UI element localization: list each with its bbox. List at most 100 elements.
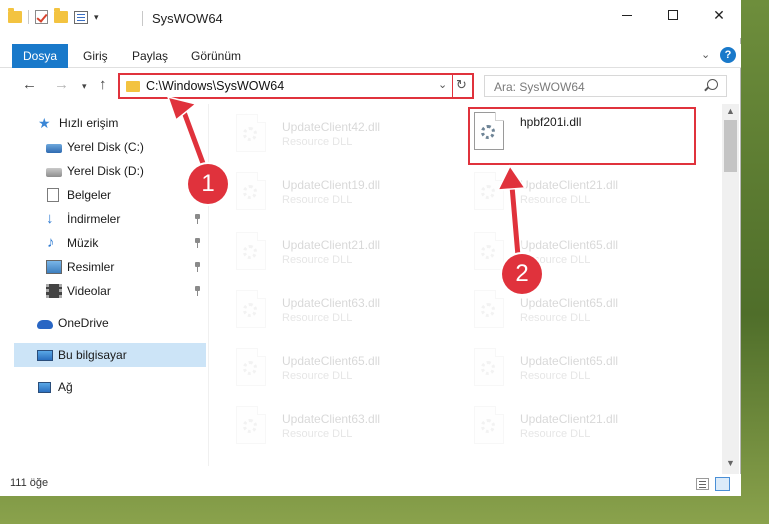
sidebar-item-videos[interactable]: Videolar xyxy=(0,279,209,303)
list-item[interactable]: UpdateClient19.dll Resource DLL xyxy=(210,166,440,218)
list-item[interactable]: UpdateClient21.dll Resource DLL xyxy=(210,226,440,278)
title-bar: ▾ SysWOW64 ✕ xyxy=(0,0,741,38)
navigation-pane: ★ Hızlı erişim Yerel Disk (C:) Yerel Dis… xyxy=(0,104,209,466)
details-view-icon[interactable] xyxy=(696,478,709,490)
list-item[interactable]: UpdateClient21.dll Resource DLL xyxy=(448,400,678,452)
sidebar-item-label: Resimler xyxy=(67,260,115,274)
customize-toolbar-icon[interactable] xyxy=(74,10,88,24)
sidebar-item-onedrive[interactable]: OneDrive xyxy=(0,311,209,335)
pin-icon[interactable] xyxy=(193,238,202,248)
file-list: UpdateClient42.dll Resource DLL UpdateCl… xyxy=(210,104,722,466)
list-item[interactable]: UpdateClient65.dll Resource DLL xyxy=(210,342,440,394)
list-item[interactable]: UpdateClient21.dll Resource DLL xyxy=(448,166,678,218)
dll-file-icon xyxy=(474,112,504,150)
file-name: UpdateClient63.dll xyxy=(282,412,381,426)
toolbar-divider xyxy=(28,10,29,24)
sidebar-item-local-disk-d[interactable]: Yerel Disk (D:) xyxy=(0,159,209,183)
sidebar-item-downloads[interactable]: ↓ İndirmeler xyxy=(0,207,209,231)
list-item-hpbf201i[interactable]: hpbf201i.dll xyxy=(448,106,678,158)
minimize-button[interactable] xyxy=(604,0,650,30)
dll-file-icon xyxy=(474,406,504,444)
large-icons-view-icon[interactable] xyxy=(715,477,730,491)
scroll-down-icon[interactable]: ▼ xyxy=(726,458,735,468)
recent-locations-icon[interactable]: ▾ xyxy=(82,81,87,92)
gear-icon xyxy=(243,245,257,259)
scrollbar-thumb[interactable] xyxy=(724,120,737,172)
dll-file-icon xyxy=(236,290,266,328)
help-icon[interactable]: ? xyxy=(720,47,736,63)
star-icon: ★ xyxy=(38,115,51,131)
file-name: UpdateClient21.dll xyxy=(520,178,619,192)
list-item[interactable]: UpdateClient65.dll Resource DLL xyxy=(448,226,678,278)
music-icon: ♪ xyxy=(47,234,55,251)
list-item[interactable]: UpdateClient65.dll Resource DLL xyxy=(448,284,678,336)
tab-share[interactable]: Paylaş xyxy=(132,44,168,68)
list-item[interactable]: UpdateClient63.dll Resource DLL xyxy=(210,400,440,452)
gear-icon xyxy=(243,419,257,433)
gear-icon xyxy=(481,245,495,259)
sidebar-item-quick-access[interactable]: ★ Hızlı erişim xyxy=(0,111,209,135)
dll-file-icon xyxy=(236,114,266,152)
drive-icon xyxy=(46,144,62,153)
dll-file-icon xyxy=(474,348,504,386)
tab-file[interactable]: Dosya xyxy=(12,44,68,68)
search-icon[interactable] xyxy=(707,79,718,90)
file-name: hpbf201i.dll xyxy=(520,115,582,129)
back-arrow-icon[interactable]: ← xyxy=(22,76,37,93)
vertical-scrollbar[interactable]: ▲ ▼ xyxy=(722,104,739,474)
file-type: Resource DLL xyxy=(520,428,591,440)
pin-icon[interactable] xyxy=(193,214,202,224)
gear-icon xyxy=(481,303,495,317)
refresh-icon[interactable]: ↻ xyxy=(456,77,467,93)
file-name: UpdateClient65.dll xyxy=(520,238,619,252)
search-input[interactable]: Ara: SysWOW64 xyxy=(484,75,727,97)
address-dropdown-icon[interactable]: ⌄ xyxy=(438,78,447,91)
network-icon xyxy=(38,381,51,393)
sidebar-item-documents[interactable]: Belgeler xyxy=(0,183,209,207)
annotation-badge-1: 1 xyxy=(188,164,228,204)
chevron-down-icon[interactable]: ⌄ xyxy=(701,48,710,61)
maximize-button[interactable] xyxy=(650,0,696,30)
tab-view[interactable]: Görünüm xyxy=(191,44,241,68)
address-bar[interactable]: C:\Windows\SysWOW64 ⌄ ↻ xyxy=(118,73,474,99)
list-item[interactable]: UpdateClient63.dll Resource DLL xyxy=(210,284,440,336)
file-type: Resource DLL xyxy=(282,254,353,266)
pin-icon[interactable] xyxy=(193,142,202,152)
gear-icon xyxy=(243,127,257,141)
dll-file-icon xyxy=(236,348,266,386)
sidebar-item-music[interactable]: ♪ Müzik xyxy=(0,231,209,255)
sidebar-item-pictures[interactable]: Resimler xyxy=(0,255,209,279)
properties-check-icon[interactable] xyxy=(35,10,48,24)
dll-file-icon xyxy=(236,406,266,444)
explorer-window: ▾ SysWOW64 ✕ Dosya Giriş Paylaş Görünüm … xyxy=(0,0,741,496)
new-folder-icon[interactable] xyxy=(54,8,68,23)
item-count: 111 öğe xyxy=(10,477,49,489)
forward-arrow-icon[interactable]: → xyxy=(54,76,69,93)
up-arrow-icon[interactable]: ↑ xyxy=(99,76,107,93)
sidebar-item-label: Yerel Disk (D:) xyxy=(67,164,144,178)
file-name: UpdateClient63.dll xyxy=(282,296,381,310)
file-name: UpdateClient42.dll xyxy=(282,120,381,134)
sidebar-item-local-disk-c[interactable]: Yerel Disk (C:) xyxy=(0,135,209,159)
ribbon-tabs: Dosya Giriş Paylaş Görünüm ⌄ ? xyxy=(0,44,741,68)
sidebar-item-label: Ağ xyxy=(58,380,73,394)
file-type: Resource DLL xyxy=(282,370,353,382)
list-item[interactable]: UpdateClient65.dll Resource DLL xyxy=(448,342,678,394)
pin-icon[interactable] xyxy=(193,262,202,272)
sidebar-item-label: Belgeler xyxy=(67,188,112,202)
drive-icon xyxy=(46,168,62,177)
gear-icon xyxy=(481,125,495,139)
scroll-up-icon[interactable]: ▲ xyxy=(726,106,735,116)
sidebar-item-label: OneDrive xyxy=(58,316,109,330)
file-type: Resource DLL xyxy=(520,312,591,324)
sidebar-item-this-pc[interactable]: Bu bilgisayar xyxy=(14,343,206,367)
sidebar-item-label: Hızlı erişim xyxy=(59,116,119,130)
tab-home[interactable]: Giriş xyxy=(83,44,108,68)
address-path[interactable]: C:\Windows\SysWOW64 xyxy=(146,79,284,93)
list-item[interactable]: UpdateClient42.dll Resource DLL xyxy=(210,108,440,160)
sidebar-item-network[interactable]: Ağ xyxy=(0,375,209,399)
pin-icon[interactable] xyxy=(193,286,202,296)
toolbar-dropdown-icon[interactable]: ▾ xyxy=(94,12,99,23)
close-button[interactable]: ✕ xyxy=(696,0,742,30)
file-name: UpdateClient19.dll xyxy=(282,178,381,192)
